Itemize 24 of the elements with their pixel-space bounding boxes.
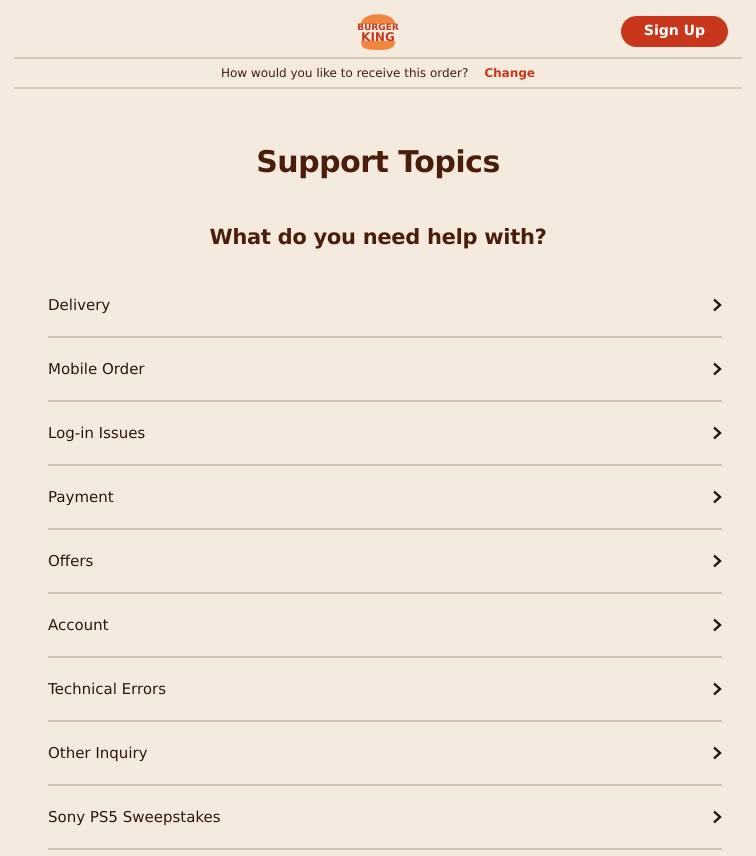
topic-link[interactable]: Mobile Order xyxy=(48,358,145,380)
chevron-right-icon xyxy=(712,554,722,568)
chevron-right-icon xyxy=(712,810,722,824)
chevron-right-icon xyxy=(712,618,722,632)
page-title: Support Topics xyxy=(255,145,501,181)
chevron-right-icon xyxy=(712,682,722,696)
chevron-right-icon xyxy=(712,298,722,312)
chevron-right-icon xyxy=(712,490,722,504)
section-heading: What do you need help with? xyxy=(208,225,548,250)
logo[interactable]: BURGER KING xyxy=(357,6,399,50)
topic-link[interactable]: Account xyxy=(48,614,109,636)
topic-link[interactable]: Offers xyxy=(48,550,94,572)
chevron-right-icon xyxy=(712,746,722,760)
topic-link[interactable]: Delivery xyxy=(48,294,110,316)
topic-link[interactable]: Sony PS5 Sweepstakes xyxy=(48,806,221,828)
topic-link[interactable]: Other Inquiry xyxy=(48,742,148,764)
change-link[interactable]: Change xyxy=(484,64,536,82)
topic-link[interactable]: Technical Errors xyxy=(48,678,166,700)
chevron-right-icon xyxy=(712,426,722,440)
order-question: How would you like to receive this order? xyxy=(220,65,468,82)
topic-link[interactable]: Log-in Issues xyxy=(48,422,146,444)
sign-up-button[interactable]: Sign Up xyxy=(620,16,728,47)
chevron-right-icon xyxy=(712,362,722,376)
topic-link[interactable]: Payment xyxy=(48,486,114,508)
